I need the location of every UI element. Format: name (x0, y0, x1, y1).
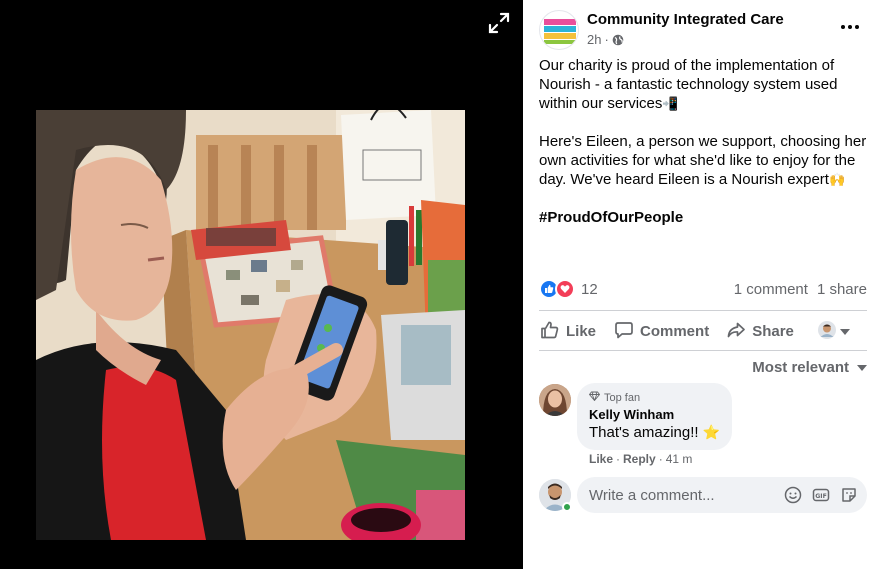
commenter-avatar[interactable] (539, 384, 571, 416)
love-reaction-icon (555, 279, 575, 299)
post-paragraph: Our charity is proud of the implementati… (539, 57, 838, 112)
like-label: Like (566, 323, 597, 340)
photo-viewer (0, 0, 523, 569)
comment-input[interactable] (589, 486, 779, 504)
like-button[interactable]: Like (540, 320, 596, 344)
meta-separator: · (658, 452, 663, 466)
comment-reply-link[interactable]: Reply (623, 452, 656, 466)
comment-bubble-icon (614, 320, 634, 344)
gif-icon[interactable]: GIF (811, 485, 831, 505)
meta-separator: · (616, 452, 621, 466)
page-avatar[interactable] (539, 10, 579, 50)
svg-text:GIF: GIF (815, 493, 827, 500)
divider (539, 310, 867, 311)
badge-label: Top fan (604, 391, 641, 404)
raising-hands-emoji: 🙌 (828, 172, 846, 187)
online-status-dot (562, 502, 572, 512)
emoji-icon[interactable] (783, 485, 803, 505)
post-photo[interactable] (36, 110, 465, 540)
mobile-phone-emoji: 📲 (662, 96, 679, 111)
comment-sort-dropdown[interactable]: Most relevant (752, 359, 867, 376)
post-paragraph: Here's Eileen, a person we support, choo… (539, 133, 867, 188)
comment-meta: Like · Reply · 41 m (589, 452, 692, 466)
comment-composer: GIF (577, 477, 867, 513)
reactions-summary[interactable]: 12 (539, 279, 598, 299)
comment-label: Comment (640, 323, 710, 340)
engagement-counts: 1 comment 1 share (734, 281, 867, 298)
chevron-down-icon (857, 364, 867, 371)
user-avatar-icon (817, 320, 836, 343)
share-button[interactable]: Share (726, 320, 794, 344)
chevron-down-icon (839, 328, 850, 335)
comment-as-selector[interactable] (817, 320, 850, 343)
post-panel: Community Integrated Care 2h · Our chari… (523, 0, 880, 569)
post-meta: 2h · (587, 32, 624, 47)
hashtag-link[interactable]: #ProudOfOurPeople (539, 209, 683, 226)
composer-tools: GIF (783, 485, 859, 505)
globe-icon[interactable] (612, 34, 624, 46)
action-bar: Like Comment Share (539, 313, 869, 350)
share-arrow-icon (726, 320, 746, 344)
comment-button[interactable]: Comment (614, 320, 709, 344)
comment-like-link[interactable]: Like (589, 452, 613, 466)
divider (539, 350, 867, 351)
reaction-count: 12 (581, 280, 598, 298)
comments-count-link[interactable]: 1 comment (734, 281, 808, 298)
thumbs-up-icon (540, 320, 560, 344)
meta-separator: · (604, 32, 609, 47)
comment-author[interactable]: Kelly Winham (589, 407, 720, 422)
expand-icon[interactable] (487, 11, 511, 35)
share-label: Share (752, 323, 794, 340)
comment-bubble: Top fan Kelly Winham That's amazing!! ⭐ (577, 383, 733, 450)
star-emoji: ⭐ (702, 424, 721, 440)
sort-label: Most relevant (752, 359, 849, 376)
diamond-icon (588, 391, 601, 404)
post-text: Our charity is proud of the implementati… (539, 56, 869, 246)
sticker-icon[interactable] (839, 485, 859, 505)
comment-time[interactable]: 41 m (666, 452, 693, 466)
page-name[interactable]: Community Integrated Care (587, 11, 784, 28)
comment-text: That's amazing!! ⭐ (589, 424, 721, 441)
more-options-icon[interactable] (839, 16, 861, 38)
top-fan-badge: Top fan (588, 391, 720, 404)
post-timestamp[interactable]: 2h (587, 32, 601, 47)
shares-count-link[interactable]: 1 share (817, 281, 867, 298)
